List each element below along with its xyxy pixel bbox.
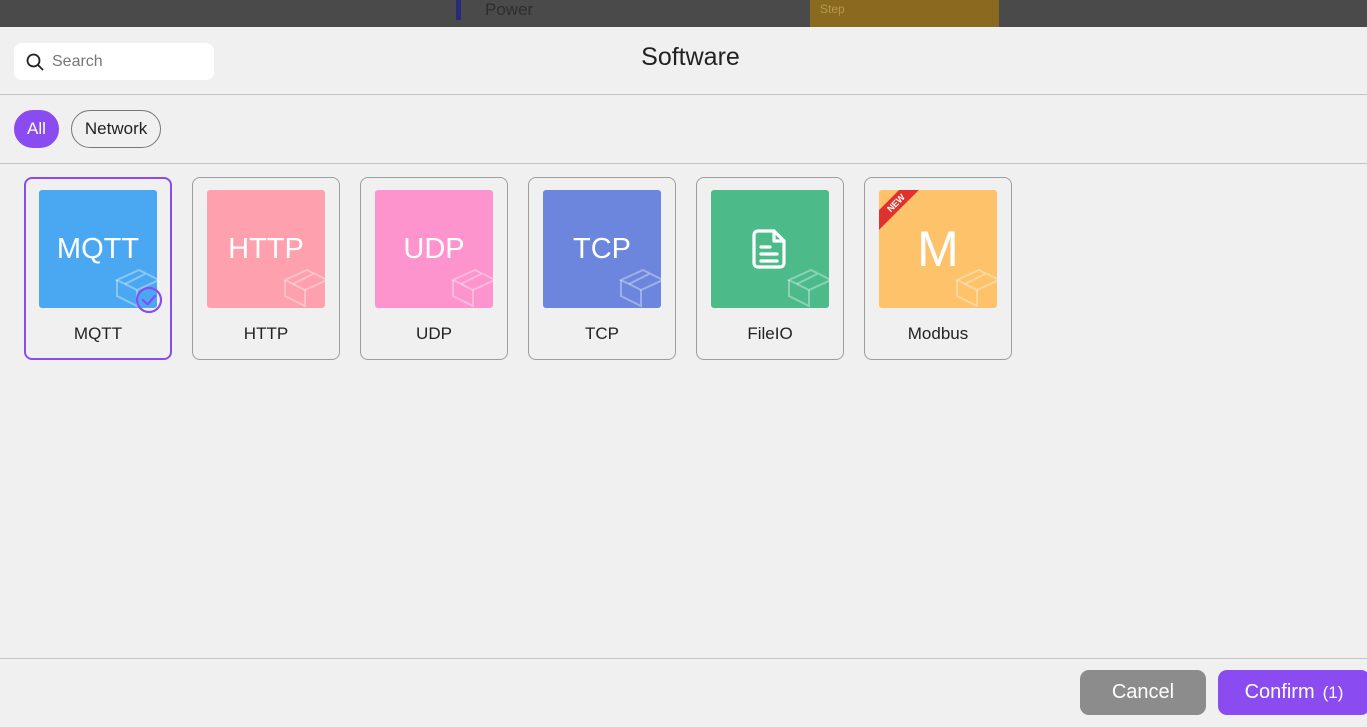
background-page: Power Step: [0, 0, 1367, 27]
filter-bar: All Network: [14, 110, 162, 148]
dialog-header: Software: [0, 27, 1367, 95]
confirm-button[interactable]: Confirm (1): [1218, 670, 1367, 715]
cancel-label: Cancel: [1111, 681, 1175, 703]
box-watermark-icon: [618, 268, 661, 308]
card-label: MQTT: [73, 324, 123, 343]
tile-text: HTTP: [228, 232, 304, 265]
software-card-modbus[interactable]: NEW M Modbus: [864, 177, 1012, 360]
card-tile: [711, 190, 829, 308]
card-label: Modbus: [907, 324, 969, 343]
tile-text: M: [917, 221, 959, 277]
software-card-mqtt[interactable]: MQTT MQTT: [24, 177, 172, 360]
background-accent-bar: [456, 0, 461, 20]
card-label: UDP: [416, 324, 452, 343]
footer-divider: [0, 658, 1367, 659]
card-tile: TCP: [543, 190, 661, 308]
tile-text: TCP: [573, 232, 631, 265]
card-label: TCP: [585, 324, 619, 343]
card-tile: HTTP: [207, 190, 325, 308]
software-card-fileio[interactable]: FileIO: [696, 177, 844, 360]
card-tile: NEW M: [879, 190, 997, 308]
software-card-udp[interactable]: UDP UDP: [360, 177, 508, 360]
file-document-icon: [752, 229, 786, 269]
card-label: FileIO: [747, 324, 793, 343]
tile-text: MQTT: [56, 232, 140, 265]
cancel-button[interactable]: Cancel: [1080, 670, 1206, 715]
box-watermark-icon: [450, 268, 493, 308]
box-watermark-icon: [282, 268, 325, 308]
tile-text: UDP: [403, 232, 465, 265]
dialog-title: Software: [641, 43, 740, 71]
filter-chip-all[interactable]: All: [14, 110, 59, 148]
filter-divider: [0, 163, 1367, 164]
check-circle-icon: [135, 286, 163, 314]
software-card-http[interactable]: HTTP HTTP: [192, 177, 340, 360]
software-card-tcp[interactable]: TCP TCP: [528, 177, 676, 360]
card-tile: UDP: [375, 190, 493, 308]
confirm-count: (1): [1322, 682, 1344, 702]
software-dialog: Software All Network MQTT MQTT: [0, 27, 1367, 727]
header-divider: [0, 94, 1367, 95]
card-label: HTTP: [243, 324, 289, 343]
filter-chip-network[interactable]: Network: [70, 110, 162, 148]
background-chip-text: Step: [820, 2, 845, 16]
confirm-label: Confirm: [1244, 681, 1315, 703]
software-grid: MQTT MQTT HTTP HTTP UDP UDP TCP TCP File…: [24, 177, 1012, 360]
background-text: Power: [485, 0, 534, 19]
